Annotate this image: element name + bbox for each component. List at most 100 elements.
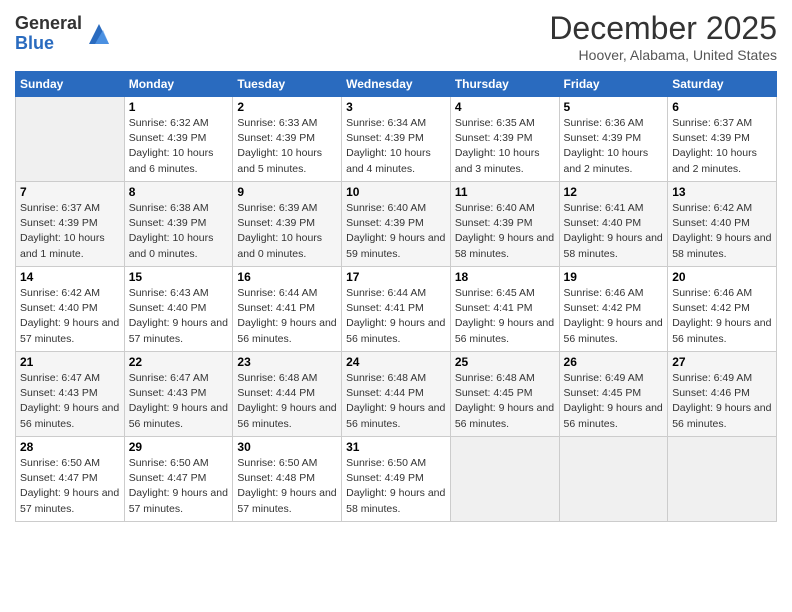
- day-cell: 13 Sunrise: 6:42 AMSunset: 4:40 PMDayligh…: [668, 182, 777, 267]
- day-cell: 7 Sunrise: 6:37 AMSunset: 4:39 PMDaylight…: [16, 182, 125, 267]
- day-info: Sunrise: 6:47 AMSunset: 4:43 PMDaylight:…: [129, 371, 229, 432]
- day-number: 6: [672, 100, 772, 114]
- day-number: 30: [237, 440, 337, 454]
- day-cell: 29 Sunrise: 6:50 AMSunset: 4:47 PMDayligh…: [124, 437, 233, 522]
- day-cell: 28 Sunrise: 6:50 AMSunset: 4:47 PMDayligh…: [16, 437, 125, 522]
- week-row-0: 1Sunrise: 6:32 AMSunset: 4:39 PMDaylight…: [16, 97, 777, 182]
- day-cell: 20Sunrise: 6:46 AMSunset: 4:42 PMDayligh…: [668, 267, 777, 352]
- header-day-thursday: Thursday: [450, 72, 559, 97]
- day-number: 20: [672, 270, 772, 284]
- day-info: Sunrise: 6:49 AMSunset: 4:46 PMDaylight:…: [672, 371, 772, 432]
- day-cell: 11 Sunrise: 6:40 AMSunset: 4:39 PMDayligh…: [450, 182, 559, 267]
- day-info: Sunrise: 6:37 AMSunset: 4:39 PMDaylight:…: [20, 201, 120, 262]
- day-number: 1: [129, 100, 229, 114]
- day-info: Sunrise: 6:39 AMSunset: 4:39 PMDaylight:…: [237, 201, 337, 262]
- day-info: Sunrise: 6:37 AMSunset: 4:39 PMDaylight:…: [672, 116, 772, 177]
- day-number: 19: [564, 270, 664, 284]
- day-cell: [559, 437, 668, 522]
- day-cell: [16, 97, 125, 182]
- page-header: General Blue December 2025 Hoover, Alaba…: [15, 10, 777, 63]
- day-info: Sunrise: 6:33 AMSunset: 4:39 PMDaylight:…: [237, 116, 337, 177]
- day-number: 8: [129, 185, 229, 199]
- day-info: Sunrise: 6:48 AMSunset: 4:44 PMDaylight:…: [346, 371, 446, 432]
- day-cell: 25 Sunrise: 6:48 AMSunset: 4:45 PMDayligh…: [450, 352, 559, 437]
- day-cell: 27 Sunrise: 6:49 AMSunset: 4:46 PMDayligh…: [668, 352, 777, 437]
- header-day-friday: Friday: [559, 72, 668, 97]
- day-number: 9: [237, 185, 337, 199]
- day-cell: 8Sunrise: 6:38 AMSunset: 4:39 PMDaylight…: [124, 182, 233, 267]
- day-number: 3: [346, 100, 446, 114]
- day-info: Sunrise: 6:45 AMSunset: 4:41 PMDaylight:…: [455, 286, 555, 347]
- logo-blue: Blue: [15, 34, 82, 54]
- header-day-wednesday: Wednesday: [342, 72, 451, 97]
- day-number: 2: [237, 100, 337, 114]
- day-number: 23: [237, 355, 337, 369]
- day-number: 14: [20, 270, 120, 284]
- day-cell: 4 Sunrise: 6:35 AMSunset: 4:39 PMDaylight…: [450, 97, 559, 182]
- logo: General Blue: [15, 14, 113, 54]
- day-number: 24: [346, 355, 446, 369]
- day-cell: 24 Sunrise: 6:48 AMSunset: 4:44 PMDayligh…: [342, 352, 451, 437]
- day-cell: [668, 437, 777, 522]
- day-info: Sunrise: 6:43 AMSunset: 4:40 PMDaylight:…: [129, 286, 229, 347]
- day-cell: [450, 437, 559, 522]
- logo-general: General: [15, 14, 82, 34]
- day-info: Sunrise: 6:36 AMSunset: 4:39 PMDaylight:…: [564, 116, 664, 177]
- day-number: 18: [455, 270, 555, 284]
- day-cell: 23 Sunrise: 6:48 AMSunset: 4:44 PMDayligh…: [233, 352, 342, 437]
- day-cell: 31Sunrise: 6:50 AMSunset: 4:49 PMDayligh…: [342, 437, 451, 522]
- week-row-1: 7 Sunrise: 6:37 AMSunset: 4:39 PMDaylight…: [16, 182, 777, 267]
- day-number: 22: [129, 355, 229, 369]
- day-cell: 3 Sunrise: 6:34 AMSunset: 4:39 PMDaylight…: [342, 97, 451, 182]
- day-cell: 10 Sunrise: 6:40 AMSunset: 4:39 PMDayligh…: [342, 182, 451, 267]
- day-cell: 14 Sunrise: 6:42 AMSunset: 4:40 PMDayligh…: [16, 267, 125, 352]
- day-info: Sunrise: 6:35 AMSunset: 4:39 PMDaylight:…: [455, 116, 555, 177]
- day-number: 11: [455, 185, 555, 199]
- day-info: Sunrise: 6:40 AMSunset: 4:39 PMDaylight:…: [455, 201, 555, 262]
- day-number: 17: [346, 270, 446, 284]
- day-number: 4: [455, 100, 555, 114]
- day-info: Sunrise: 6:47 AMSunset: 4:43 PMDaylight:…: [20, 371, 120, 432]
- day-number: 25: [455, 355, 555, 369]
- day-info: Sunrise: 6:49 AMSunset: 4:45 PMDaylight:…: [564, 371, 664, 432]
- day-info: Sunrise: 6:40 AMSunset: 4:39 PMDaylight:…: [346, 201, 446, 262]
- day-cell: 1Sunrise: 6:32 AMSunset: 4:39 PMDaylight…: [124, 97, 233, 182]
- day-number: 7: [20, 185, 120, 199]
- day-number: 13: [672, 185, 772, 199]
- day-info: Sunrise: 6:50 AMSunset: 4:48 PMDaylight:…: [237, 456, 337, 517]
- day-info: Sunrise: 6:48 AMSunset: 4:44 PMDaylight:…: [237, 371, 337, 432]
- day-info: Sunrise: 6:50 AMSunset: 4:49 PMDaylight:…: [346, 456, 446, 517]
- calendar-table: SundayMondayTuesdayWednesdayThursdayFrid…: [15, 71, 777, 522]
- day-number: 28: [20, 440, 120, 454]
- day-number: 10: [346, 185, 446, 199]
- day-number: 29: [129, 440, 229, 454]
- day-number: 27: [672, 355, 772, 369]
- calendar-body: 1Sunrise: 6:32 AMSunset: 4:39 PMDaylight…: [16, 97, 777, 522]
- day-number: 21: [20, 355, 120, 369]
- day-info: Sunrise: 6:34 AMSunset: 4:39 PMDaylight:…: [346, 116, 446, 177]
- day-cell: 15 Sunrise: 6:43 AMSunset: 4:40 PMDayligh…: [124, 267, 233, 352]
- day-info: Sunrise: 6:48 AMSunset: 4:45 PMDaylight:…: [455, 371, 555, 432]
- day-info: Sunrise: 6:46 AMSunset: 4:42 PMDaylight:…: [564, 286, 664, 347]
- day-cell: 16Sunrise: 6:44 AMSunset: 4:41 PMDayligh…: [233, 267, 342, 352]
- day-cell: 26Sunrise: 6:49 AMSunset: 4:45 PMDayligh…: [559, 352, 668, 437]
- header-day-tuesday: Tuesday: [233, 72, 342, 97]
- day-number: 5: [564, 100, 664, 114]
- day-cell: 6 Sunrise: 6:37 AMSunset: 4:39 PMDaylight…: [668, 97, 777, 182]
- header-day-sunday: Sunday: [16, 72, 125, 97]
- calendar-header: SundayMondayTuesdayWednesdayThursdayFrid…: [16, 72, 777, 97]
- day-number: 12: [564, 185, 664, 199]
- header-day-saturday: Saturday: [668, 72, 777, 97]
- day-cell: 21 Sunrise: 6:47 AMSunset: 4:43 PMDayligh…: [16, 352, 125, 437]
- day-cell: 9 Sunrise: 6:39 AMSunset: 4:39 PMDaylight…: [233, 182, 342, 267]
- day-info: Sunrise: 6:42 AMSunset: 4:40 PMDaylight:…: [20, 286, 120, 347]
- day-info: Sunrise: 6:44 AMSunset: 4:41 PMDaylight:…: [346, 286, 446, 347]
- day-info: Sunrise: 6:42 AMSunset: 4:40 PMDaylight:…: [672, 201, 772, 262]
- day-info: Sunrise: 6:50 AMSunset: 4:47 PMDaylight:…: [129, 456, 229, 517]
- header-row: SundayMondayTuesdayWednesdayThursdayFrid…: [16, 72, 777, 97]
- day-cell: 19 Sunrise: 6:46 AMSunset: 4:42 PMDayligh…: [559, 267, 668, 352]
- day-cell: 22 Sunrise: 6:47 AMSunset: 4:43 PMDayligh…: [124, 352, 233, 437]
- day-info: Sunrise: 6:50 AMSunset: 4:47 PMDaylight:…: [20, 456, 120, 517]
- day-number: 15: [129, 270, 229, 284]
- day-cell: 18 Sunrise: 6:45 AMSunset: 4:41 PMDayligh…: [450, 267, 559, 352]
